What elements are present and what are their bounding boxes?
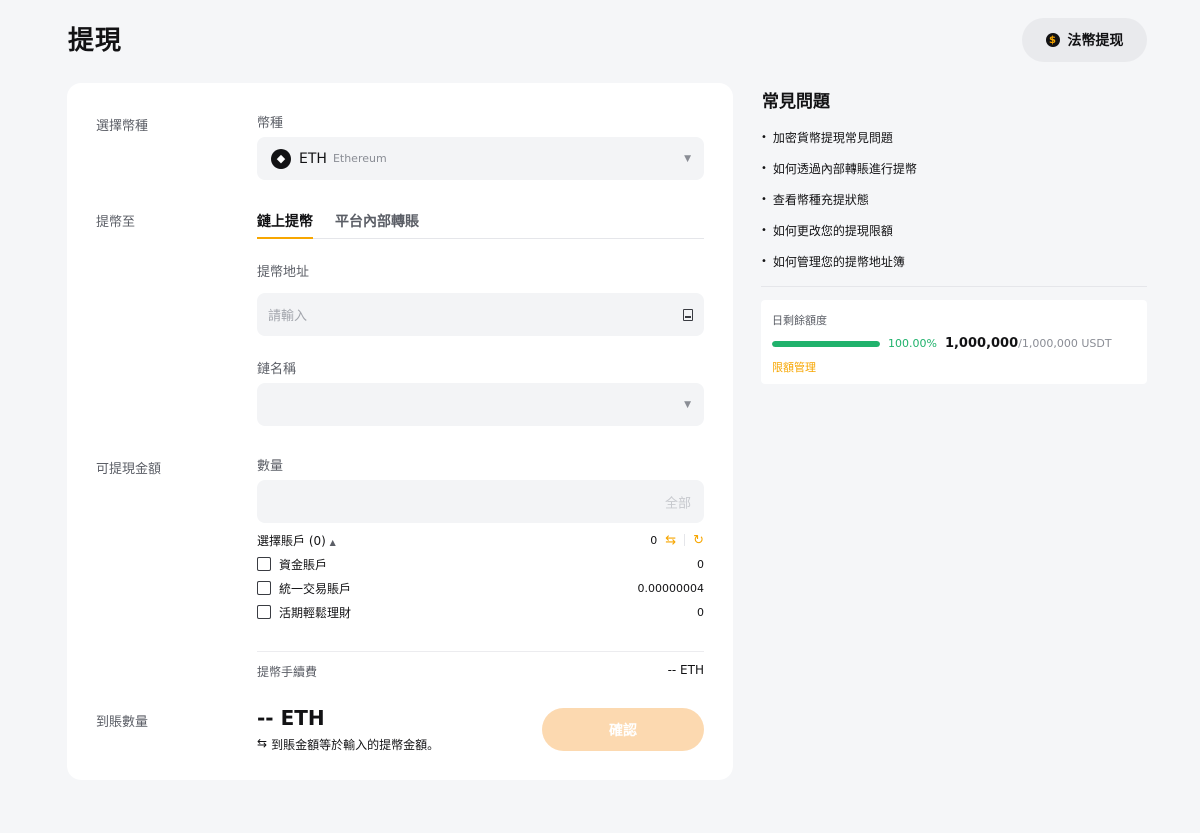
faq-item[interactable]: • 查看幣種充提狀態 <box>761 191 1147 222</box>
refresh-icon[interactable]: ↻ <box>693 533 704 548</box>
faq-item-label: 如何更改您的提現限額 <box>772 224 893 238</box>
faq-item[interactable]: • 如何更改您的提現限額 <box>761 222 1147 253</box>
coin-field-label: 幣種 <box>257 116 284 131</box>
account-selector-toggle[interactable]: 選擇賬戶 (0) ▲ <box>257 532 336 549</box>
coin-full-name: Ethereum <box>332 152 387 165</box>
account-checkbox[interactable] <box>257 557 271 571</box>
caret-down-icon: ▼ <box>684 153 691 164</box>
account-balance: 0.00000004 <box>637 581 704 595</box>
account-row: 活期輕鬆理財 0 <box>257 603 704 621</box>
caret-up-icon: ▲ <box>329 537 336 547</box>
limit-percent: 100.00% <box>888 337 937 350</box>
account-name: 活期輕鬆理財 <box>279 605 352 620</box>
chain-select[interactable]: ▼ <box>257 383 704 426</box>
account-name: 資金賬戶 <box>279 557 328 572</box>
bullet-icon: • <box>761 194 767 205</box>
account-balance: 0 <box>697 605 704 619</box>
section-label-withdraw-to: 提幣至 <box>96 215 136 230</box>
bullet-icon: • <box>761 132 767 143</box>
account-total: 0 <box>650 533 658 547</box>
faq-item-label: 加密貨幣提現常見問題 <box>772 131 893 145</box>
tab-internal-transfer[interactable]: 平台內部轉賬 <box>335 211 419 239</box>
quantity-input[interactable]: 全部 <box>257 480 704 523</box>
account-checkbox[interactable] <box>257 605 271 619</box>
address-input[interactable]: 請輸入 <box>257 293 704 336</box>
limit-current: 1,000,000 <box>944 336 1019 351</box>
caret-down-icon: ▼ <box>684 399 691 410</box>
confirm-button[interactable]: 確認 <box>542 708 704 751</box>
faq-item-label: 查看幣種充提狀態 <box>772 193 869 207</box>
receive-note: ⇆ 到賬金額等於輸入的提幣金額。 <box>257 736 439 753</box>
all-button[interactable]: 全部 <box>665 492 691 511</box>
coin-select[interactable]: ◆ ETH Ethereum ▼ <box>257 137 704 180</box>
faq-item-label: 如何透過內部轉賬進行提幣 <box>772 162 917 176</box>
faq-item[interactable]: • 如何管理您的提幣地址簿 <box>761 253 1147 284</box>
limit-manage-link[interactable]: 限額管理 <box>772 359 816 375</box>
address-book-icon[interactable] <box>683 308 693 321</box>
faq-list: • 加密貨幣提現常見問題 • 如何透過內部轉賬進行提幣 • 查看幣種充提狀態 • 如何更… <box>761 129 1147 284</box>
section-label-receive: 到賬數量 <box>96 715 149 730</box>
bullet-icon: • <box>761 256 767 267</box>
faq-item[interactable]: • 如何透過內部轉賬進行提幣 <box>761 160 1147 191</box>
faq-divider <box>761 286 1147 287</box>
limit-progress-fill <box>772 340 880 347</box>
account-checkbox[interactable] <box>257 581 271 595</box>
fee-value: -- ETH <box>667 663 704 677</box>
daily-limit-card: 日剩餘額度 100.00% 1,000,000 /1,000,000 USDT … <box>761 300 1147 384</box>
tab-on-chain[interactable]: 鏈上提幣 <box>257 211 313 239</box>
account-name: 統一交易賬戶 <box>279 581 352 596</box>
dollar-coin-icon: $ <box>1045 33 1060 47</box>
page-title: 提現 <box>68 26 123 56</box>
exchange-icon: ⇆ <box>257 736 268 750</box>
bullet-icon: • <box>761 225 767 236</box>
account-row: 資金賬戶 0 <box>257 555 704 573</box>
account-selector-label: 選擇賬戶 (0) <box>257 533 326 548</box>
limit-progress-bar <box>772 340 880 347</box>
section-label-select-coin: 選擇幣種 <box>96 119 149 134</box>
chain-field-label: 鏈名稱 <box>257 362 297 377</box>
faq-title: 常見問題 <box>762 92 830 112</box>
faq-item[interactable]: • 加密貨幣提現常見問題 <box>761 129 1147 160</box>
account-row: 統一交易賬戶 0.00000004 <box>257 579 704 597</box>
ethereum-icon: ◆ <box>271 148 291 169</box>
account-balance: 0 <box>697 557 704 571</box>
fee-row: 提幣手續費 -- ETH <box>257 663 704 680</box>
quantity-field-label: 數量 <box>257 459 284 474</box>
withdraw-tabs: 鏈上提幣 平台內部轉賬 <box>257 211 704 239</box>
faq-item-label: 如何管理您的提幣地址簿 <box>772 255 905 269</box>
fee-label: 提幣手續費 <box>257 665 318 679</box>
address-field-label: 提幣地址 <box>257 265 310 280</box>
receive-amount: -- ETH <box>257 706 325 730</box>
bullet-icon: • <box>761 163 767 174</box>
divider <box>684 534 686 546</box>
transfer-icon[interactable]: ⇆ <box>665 533 676 548</box>
receive-note-text: 到賬金額等於輸入的提幣金額。 <box>271 738 440 752</box>
address-placeholder: 請輸入 <box>268 309 308 324</box>
coin-symbol: ETH <box>299 150 327 167</box>
fiat-withdraw-button[interactable]: $ 法幣提现 <box>1022 18 1147 62</box>
fiat-withdraw-label: 法幣提现 <box>1067 33 1124 49</box>
account-selector-header: 選擇賬戶 (0) ▲ 0 ⇆ ↻ <box>257 531 704 549</box>
withdraw-form-card: 選擇幣種 幣種 ◆ ETH Ethereum ▼ 提幣至 鏈上提幣 平台內部轉賬… <box>67 83 733 780</box>
fee-divider <box>257 651 704 652</box>
section-label-available: 可提現金額 <box>96 462 162 477</box>
limit-total: /1,000,000 USDT <box>1018 337 1112 350</box>
limit-label: 日剩餘額度 <box>772 314 827 327</box>
